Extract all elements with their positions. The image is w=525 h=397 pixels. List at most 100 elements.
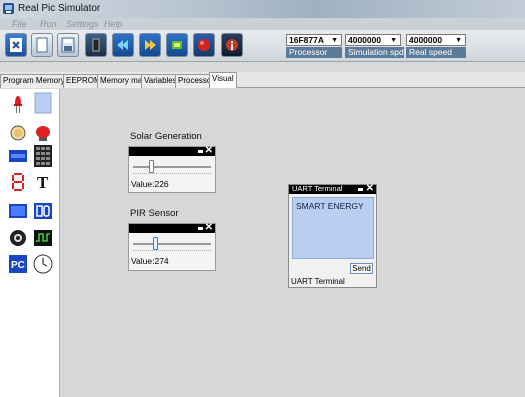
uart-titlebar: UART Terminal ✕: [289, 183, 376, 194]
button-icon: [10, 125, 26, 141]
window-title: Real Pic Simulator: [18, 3, 101, 14]
tab-visual[interactable]: Visual: [209, 72, 237, 88]
run-button[interactable]: [139, 33, 161, 57]
chevron-down-icon: ▼: [455, 37, 462, 44]
toolbar: 16F877A ▼ Processor 4000000 ▼ Simulation s…: [0, 30, 525, 62]
solar-slider[interactable]: [129, 156, 215, 178]
close-project-icon: [10, 38, 22, 52]
menu-run[interactable]: Run: [40, 19, 57, 29]
real-speed-value: 4000000: [409, 35, 443, 45]
clock-icon: [33, 254, 53, 274]
push-button-red-tool[interactable]: [33, 122, 53, 144]
new-file-button[interactable]: [31, 33, 53, 57]
new-file-icon: [36, 37, 48, 53]
text-tool[interactable]: T: [33, 171, 53, 193]
step-button[interactable]: [166, 33, 188, 57]
led-tool[interactable]: [8, 93, 28, 115]
slider-thumb[interactable]: [152, 237, 158, 250]
solar-slider-widget: ✕ Value:226: [128, 145, 216, 193]
bar-display-tool[interactable]: [33, 92, 53, 114]
seven-segment-tool[interactable]: [8, 171, 28, 193]
pir-slider-widget: ✕ Value:274: [128, 222, 216, 271]
menu-bar: File Run Settings Help: [0, 18, 525, 30]
pc-icon: PC: [9, 255, 27, 273]
graphic-lcd-icon: [9, 204, 27, 218]
led-icon: [14, 96, 22, 113]
uart-footer-label: UART Terminal: [291, 277, 345, 286]
graphic-lcd-tool[interactable]: [8, 200, 28, 222]
keypad-tool[interactable]: [33, 145, 53, 167]
keypad-icon: [34, 145, 52, 167]
tab-program-memory[interactable]: Program Memory: [0, 74, 68, 88]
chip-icon: [92, 38, 100, 52]
bar-display-icon: [34, 92, 52, 114]
component-palette: T PC: [0, 89, 60, 397]
push-button-red-icon: [36, 126, 50, 141]
save-button[interactable]: [57, 33, 79, 57]
real-speed-group: 4000000 ▼ Real speed: [406, 34, 466, 58]
menu-file[interactable]: File: [12, 19, 27, 29]
lcd-icon: [9, 150, 27, 162]
close-icon[interactable]: ✕: [205, 222, 213, 233]
info-button[interactable]: [221, 33, 243, 57]
close-icon[interactable]: ✕: [205, 145, 213, 156]
title-bar: Real Pic Simulator: [0, 0, 525, 18]
io-tool[interactable]: [33, 200, 53, 222]
chevron-down-icon: ▼: [331, 37, 338, 44]
motor-tool[interactable]: [8, 227, 28, 249]
uart-title: UART Terminal: [292, 184, 343, 193]
io-icon: [34, 203, 52, 219]
signal-icon: [34, 230, 52, 246]
lcd-tool[interactable]: [8, 145, 28, 167]
slider-ticks: [133, 250, 211, 253]
pir-value: Value:274: [131, 256, 169, 266]
processor-group: 16F877A ▼ Processor: [286, 34, 342, 58]
chip-button[interactable]: [85, 33, 107, 57]
chip-step-icon: [172, 41, 182, 49]
clock-tool[interactable]: [33, 253, 53, 275]
info-icon: [226, 39, 238, 51]
stop-button[interactable]: [193, 33, 215, 57]
menu-settings[interactable]: Settings: [66, 19, 99, 29]
pir-label: PIR Sensor: [130, 208, 179, 219]
app-icon: [3, 3, 14, 14]
save-icon: [61, 37, 75, 53]
minimize-icon[interactable]: [198, 227, 203, 230]
processor-caption: Processor: [286, 47, 342, 58]
signal-tool[interactable]: [33, 227, 53, 249]
processor-value: 16F877A: [289, 35, 324, 45]
sim-speed-select[interactable]: 4000000 ▼: [345, 34, 401, 46]
reset-button[interactable]: [112, 33, 134, 57]
send-button[interactable]: Send: [350, 263, 373, 274]
minimize-icon[interactable]: [198, 150, 203, 153]
close-project-button[interactable]: [5, 33, 27, 57]
sim-speed-group: 4000000 ▼ Simulation spd: [345, 34, 404, 58]
stop-icon: [198, 39, 210, 51]
tab-bar: Program Memory EEPROM Memory map Variabl…: [0, 72, 525, 88]
button-tool[interactable]: [8, 122, 28, 144]
uart-output: SMART ENERGY: [292, 197, 374, 259]
pir-widget-titlebar: ✕: [129, 222, 215, 233]
slider-ticks: [133, 173, 211, 176]
uart-terminal-window: UART Terminal ✕ SMART ENERGY Send UART T…: [288, 183, 377, 288]
seven-segment-icon: [12, 173, 24, 191]
svg-text:T: T: [37, 173, 49, 191]
sim-speed-caption: Simulation spd: [345, 47, 404, 58]
menu-help[interactable]: Help: [104, 19, 123, 29]
pc-tool[interactable]: PC: [8, 253, 28, 275]
rewind-icon: [117, 40, 128, 50]
pir-slider[interactable]: [129, 233, 215, 255]
processor-select[interactable]: 16F877A ▼: [286, 34, 342, 46]
solar-label: Solar Generation: [130, 131, 202, 142]
real-speed-select[interactable]: 4000000 ▼: [406, 34, 466, 46]
motor-icon: [10, 230, 26, 246]
minimize-icon[interactable]: [358, 188, 363, 191]
slider-track: [133, 166, 211, 168]
close-icon[interactable]: ✕: [366, 183, 374, 194]
tab-variables[interactable]: Variables: [141, 74, 180, 88]
text-icon: T: [37, 173, 49, 191]
chevron-down-icon: ▼: [390, 37, 397, 44]
svg-text:PC: PC: [11, 260, 25, 271]
slider-thumb[interactable]: [149, 160, 155, 173]
sim-speed-value: 4000000: [348, 35, 382, 45]
